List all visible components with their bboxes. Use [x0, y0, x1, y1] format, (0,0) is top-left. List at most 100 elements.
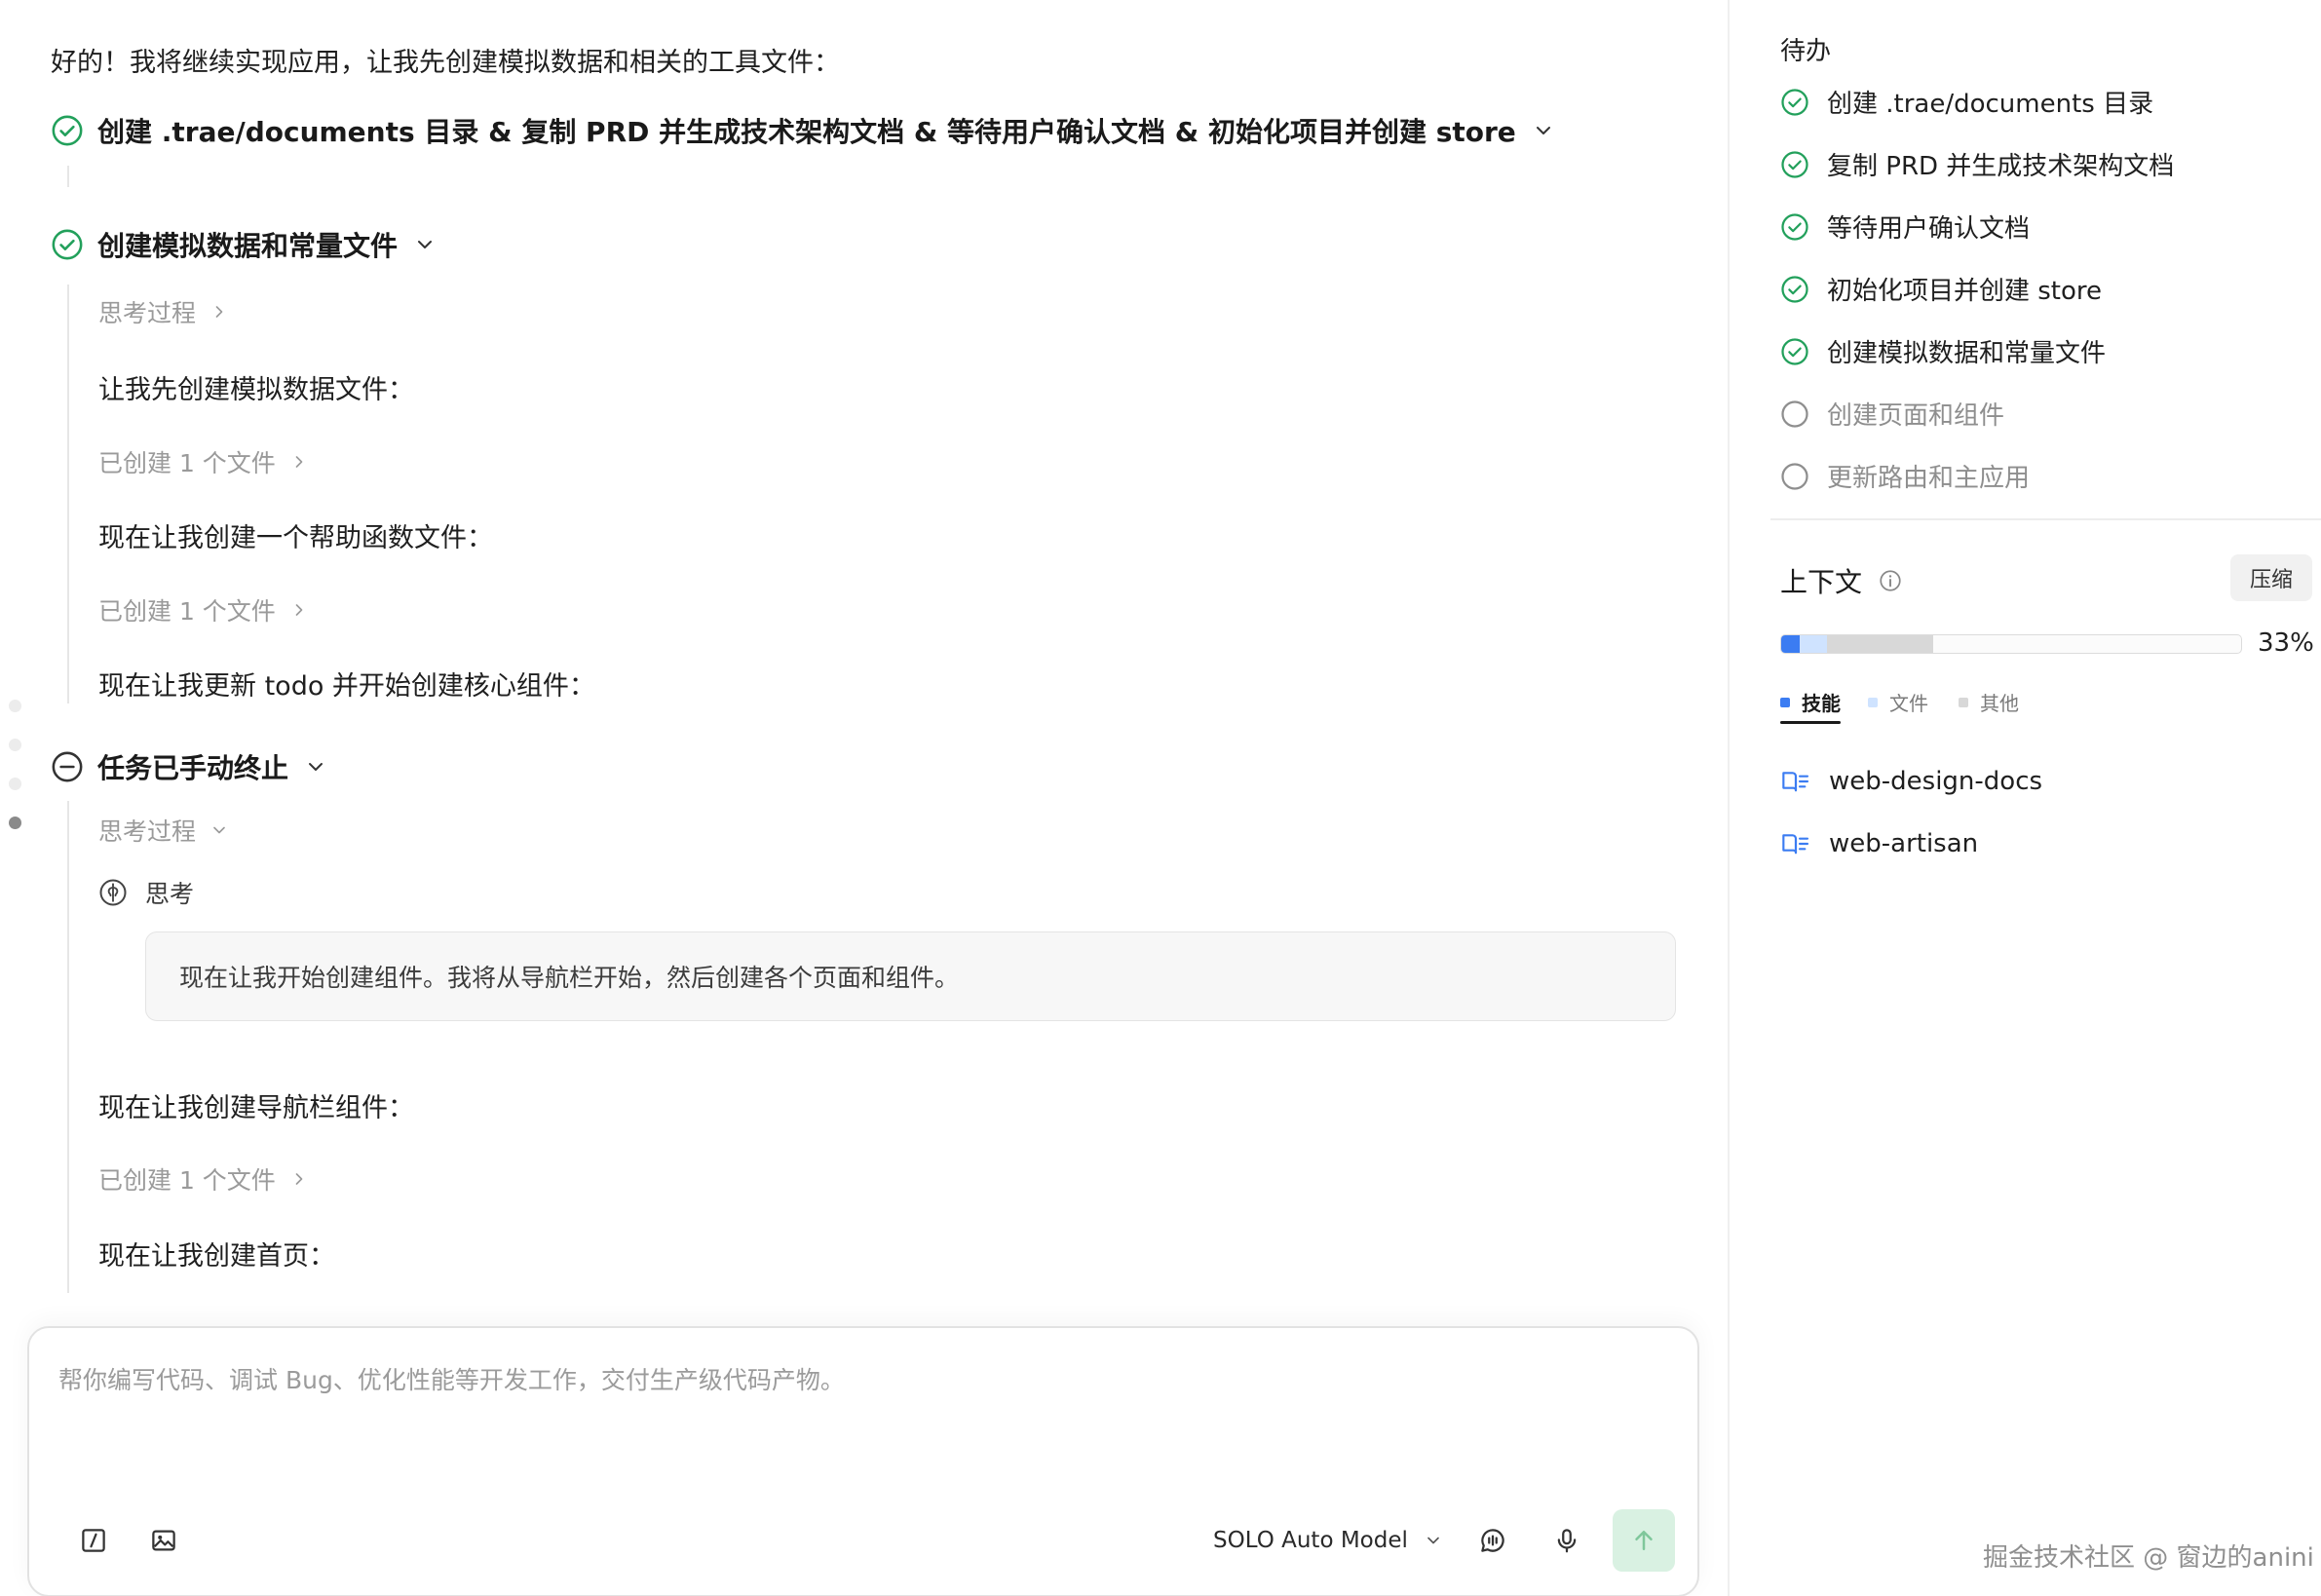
todo-item[interactable]: 创建页面和组件 [1780, 396, 2004, 432]
assistant-message: 现在让我更新 todo 并开始创建核心组件： [98, 671, 595, 702]
skill-item[interactable]: web-design-docs [1780, 766, 2042, 797]
model-selector[interactable]: SOLO Auto Model [1213, 1521, 1443, 1560]
empty-circle-icon [1781, 399, 1808, 428]
legend-tab-files[interactable]: 文件 [1868, 688, 1928, 716]
legend-label: 其他 [1980, 692, 2019, 715]
created-files-toggle[interactable]: 已创建 1 个文件 [98, 592, 309, 627]
thinking-label-row: 思考 [98, 875, 194, 910]
skill-item[interactable]: web-artisan [1780, 828, 1978, 859]
check-circle-icon [1781, 212, 1808, 241]
step-connector-line [67, 285, 69, 703]
image-icon [152, 1530, 175, 1551]
scroll-marker-dot[interactable] [9, 778, 21, 790]
context-usage-percent: 33% [2258, 628, 2314, 658]
thinking-process-label: 思考过程 [98, 817, 197, 846]
todo-label: 创建页面和组件 [1827, 401, 2005, 431]
thinking-label: 思考 [145, 880, 195, 908]
step-header-terminated[interactable]: 任务已手动终止 [51, 747, 327, 786]
model-selector-label: SOLO Auto Model [1213, 1528, 1408, 1553]
assistant-message: 现在让我创建一个帮助函数文件： [98, 523, 493, 553]
todo-label: 创建 .trae/documents 目录 [1827, 90, 2154, 119]
app-window: 好的！我将继续实现应用，让我先创建模拟数据和相关的工具文件： 创建 .trae/… [0, 0, 2321, 1596]
chevron-down-icon[interactable] [413, 233, 437, 256]
step-connector-line [67, 166, 69, 187]
created-files-toggle[interactable]: 已创建 1 个文件 [98, 444, 309, 479]
assistant-message: 现在让我创建导航栏组件： [98, 1093, 414, 1123]
legend-label: 技能 [1802, 692, 1841, 715]
todo-item[interactable]: 创建模拟数据和常量文件 [1780, 333, 2106, 369]
panel-divider [1770, 518, 2321, 520]
skill-label: web-design-docs [1829, 767, 2043, 796]
book-icon [1782, 834, 1809, 855]
thinking-content-box: 现在让我开始创建组件。我将从导航栏开始，然后创建各个页面和组件。 [145, 931, 1676, 1021]
skill-label: web-artisan [1829, 829, 1979, 858]
created-files-label: 已创建 1 个文件 [98, 449, 276, 477]
chat-panel: 好的！我将继续实现应用，让我先创建模拟数据和相关的工具文件： 创建 .trae/… [0, 0, 1730, 1596]
scroll-marker-dot-active[interactable] [9, 817, 21, 829]
step-header-setup[interactable]: 创建 .trae/documents 目录 & 复制 PRD 并生成技术架构文档… [51, 111, 1555, 150]
chevron-right-icon [295, 1173, 303, 1185]
thinking-process-label: 思考过程 [98, 299, 197, 327]
microphone-icon [1557, 1529, 1577, 1553]
chevron-down-icon [1427, 1537, 1439, 1544]
assistant-message: 让我先创建模拟数据文件： [98, 375, 414, 405]
created-files-toggle[interactable]: 已创建 1 个文件 [98, 1161, 309, 1197]
created-files-label: 已创建 1 个文件 [98, 597, 276, 626]
minus-circle-icon [52, 751, 83, 782]
step-header-mock-data[interactable]: 创建模拟数据和常量文件 [51, 225, 437, 264]
legend-swatch [1868, 697, 1878, 707]
voice-chat-icon [1481, 1529, 1504, 1552]
created-files-label: 已创建 1 个文件 [98, 1166, 276, 1195]
check-circle-icon [1781, 150, 1808, 178]
todo-label: 更新路由和主应用 [1827, 464, 2031, 493]
assistant-message: 现在让我创建首页： [98, 1241, 335, 1272]
chevron-down-icon[interactable] [304, 755, 327, 779]
todo-item[interactable]: 创建 .trae/documents 目录 [1780, 84, 2153, 120]
slash-command-button[interactable] [72, 1519, 115, 1562]
legend-tab-others[interactable]: 其他 [1959, 688, 2019, 716]
legend-label: 文件 [1889, 692, 1928, 715]
todo-item[interactable]: 等待用户确认文档 [1780, 209, 2030, 245]
usage-segment-others [1827, 635, 1933, 653]
check-circle-icon [52, 229, 83, 260]
step-connector-line [67, 801, 69, 1293]
context-usage-bar [1780, 634, 2242, 654]
scroll-marker-dot[interactable] [9, 739, 21, 751]
chevron-down-icon[interactable] [1532, 119, 1555, 142]
arrow-up-icon [1635, 1531, 1653, 1550]
todo-item[interactable]: 初始化项目并创建 store [1780, 271, 2102, 307]
compress-button[interactable]: 压缩 [2230, 554, 2312, 601]
chat-input[interactable] [58, 1361, 1666, 1459]
brain-icon [99, 879, 127, 906]
chevron-right-icon [295, 456, 303, 468]
scroll-marker-dot[interactable] [9, 700, 21, 712]
info-icon[interactable] [1878, 568, 1903, 593]
thinking-content: 现在让我开始创建组件。我将从导航栏开始，然后创建各个页面和组件。 [179, 964, 960, 992]
slash-command-icon [82, 1529, 105, 1552]
todo-item[interactable]: 更新路由和主应用 [1780, 458, 2030, 494]
context-title: 上下文 [1780, 566, 1863, 598]
thinking-process-toggle[interactable]: 思考过程 [98, 813, 229, 848]
chat-input-box: SOLO Auto Model [27, 1326, 1699, 1596]
thinking-process-toggle[interactable]: 思考过程 [98, 294, 229, 329]
step-title: 创建 .trae/documents 目录 & 复制 PRD 并生成技术架构文档… [97, 116, 1516, 148]
todo-label: 复制 PRD 并生成技术架构文档 [1827, 152, 2175, 181]
microphone-button[interactable] [1545, 1519, 1588, 1562]
check-circle-icon [1781, 275, 1808, 303]
book-icon [1782, 772, 1809, 792]
step-title: 任务已手动终止 [97, 752, 289, 784]
todo-label: 创建模拟数据和常量文件 [1827, 339, 2107, 368]
todo-item[interactable]: 复制 PRD 并生成技术架构文档 [1780, 146, 2174, 182]
check-circle-icon [1781, 337, 1808, 365]
context-header: 上下文 [1780, 561, 1903, 600]
side-panel: 待办 创建 .trae/documents 目录 复制 PRD 并生成技术架构文档… [1731, 0, 2321, 1596]
send-button[interactable] [1613, 1509, 1675, 1572]
legend-swatch [1780, 697, 1790, 707]
attach-image-button[interactable] [142, 1519, 185, 1562]
voice-chat-button[interactable] [1471, 1519, 1514, 1562]
usage-segment-files [1799, 635, 1828, 653]
legend-tab-skills[interactable]: 技能 [1780, 688, 1841, 716]
usage-segment-skills [1781, 635, 1800, 653]
todo-label: 等待用户确认文档 [1827, 214, 2031, 244]
legend-active-underline [1780, 721, 1841, 724]
